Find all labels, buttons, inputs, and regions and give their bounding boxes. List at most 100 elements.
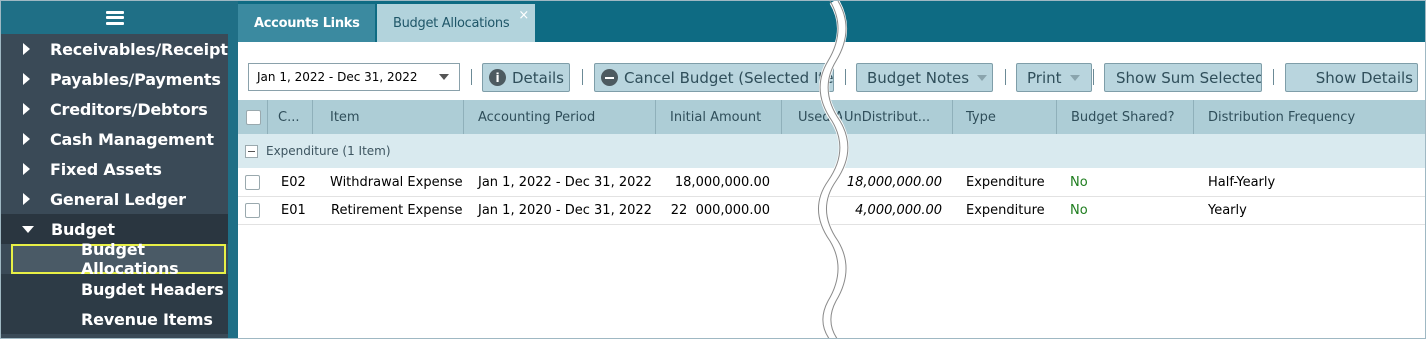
group-label: Expenditure (1 Item) (266, 144, 391, 158)
row-checkbox[interactable] (245, 175, 260, 190)
minus-circle-icon (601, 69, 618, 86)
table-row[interactable]: E02 Withdrawal Expense Jan 1, 2022 - Dec… (238, 169, 1425, 197)
chevron-right-icon (23, 163, 30, 175)
sidebar-item-cash-management[interactable]: Cash Management (1, 124, 228, 154)
table-row[interactable]: E01 Retirement Expense Jan 1, 2020 - Dec… (238, 197, 1425, 225)
tab-label: Accounts Links (254, 15, 360, 31)
hamburger-menu-icon[interactable] (105, 10, 124, 25)
details-button[interactable]: i Details (482, 63, 570, 92)
sidebar-subitem-label: Budget Allocations (81, 240, 179, 278)
cell-undistributed: 18,000,000.00 (846, 175, 942, 190)
cell-item: Retirement Expense (331, 203, 463, 218)
cell-initial-amount: 22 000,000.00 (656, 197, 770, 224)
cell-period: Jan 1, 2020 - Dec 31, 2022 (478, 203, 652, 218)
sidebar-header (1, 1, 228, 34)
sidebar-subitem-label: Bugdet Headers (81, 279, 224, 299)
cell-item: Withdrawal Expense (330, 175, 463, 190)
sidebar-subitem-revenue-items[interactable]: Revenue Items (1, 304, 228, 334)
tab-label: Budget Allocations (393, 15, 510, 31)
close-icon[interactable]: × (518, 8, 529, 23)
chevron-down-icon (1069, 74, 1080, 81)
budget-notes-label: Budget Notes (867, 68, 970, 87)
sidebar-item-label: Receivables/Receipts (50, 39, 237, 59)
cell-period: Jan 1, 2022 - Dec 31, 2022 (478, 175, 652, 190)
cell-type: Expenditure (966, 203, 1045, 218)
cell-undistributed: 4,000,000.00 (855, 203, 942, 218)
cell-initial-amount: 18,000,000.00 (674, 175, 770, 190)
cell-type: Expenditure (966, 175, 1045, 190)
chevron-right-icon (23, 103, 30, 115)
show-details-button[interactable]: Show Details (1285, 63, 1418, 92)
column-header-label: Initial Amount (670, 109, 762, 125)
toolbar-divider (471, 69, 472, 85)
sidebar-item-payables[interactable]: Payables/Payments (1, 64, 228, 94)
row-checkbox-cell[interactable] (245, 169, 260, 196)
cell-budget-shared: No (1070, 175, 1088, 190)
chevron-down-icon (22, 225, 34, 233)
show-sum-selected-button[interactable]: Show Sum Selected (1104, 63, 1262, 92)
sidebar-item-general-ledger[interactable]: General Ledger (1, 184, 228, 214)
sidebar-item-label: Cash Management (50, 129, 214, 149)
sidebar-item-fixed-assets[interactable]: Fixed Assets (1, 154, 228, 184)
sidebar-item-creditors[interactable]: Creditors/Debtors (1, 94, 228, 124)
cell-initial-amount-part: 000,000.00 (695, 203, 770, 218)
toolbar-divider (1005, 69, 1006, 85)
sidebar-item-label: Fixed Assets (50, 159, 162, 179)
sidebar-divider (228, 1, 238, 338)
chevron-right-icon (23, 43, 30, 55)
sidebar-item-label: General Ledger (50, 189, 186, 209)
info-icon: i (489, 69, 506, 86)
column-header-distribution-frequency[interactable]: Distribution Frequency (1194, 100, 1425, 134)
chevron-right-icon (23, 73, 30, 85)
column-header-label: Accounting Period (478, 109, 596, 125)
print-button[interactable]: Print (1016, 63, 1092, 92)
cell-initial-amount-part: 22 (670, 203, 688, 218)
column-header-initial-amount[interactable]: Initial Amount (656, 100, 782, 134)
toolbar-divider (845, 69, 846, 85)
cell-frequency: Half-Yearly (1208, 175, 1276, 190)
toolbar: Jan 1, 2022 - Dec 31, 2022 i Details Can… (238, 42, 1425, 100)
sidebar-subitem-label: Revenue Items (81, 309, 213, 329)
column-header-budget-shared[interactable]: Budget Shared? (1057, 100, 1194, 134)
column-header-accounting-period[interactable]: Accounting Period (464, 100, 656, 134)
collapse-icon[interactable] (245, 144, 258, 158)
column-header-code[interactable]: C... (268, 100, 313, 134)
show-sum-label: Show Sum Selected (1116, 68, 1262, 87)
column-header-undistributed[interactable]: UnDistribut... (842, 100, 953, 134)
select-all-checkbox-cell[interactable] (238, 100, 268, 134)
cancel-budget-label: Cancel Budget (Selected Iter (624, 68, 834, 87)
budget-notes-button[interactable]: Budget Notes (856, 63, 993, 92)
select-all-checkbox[interactable] (246, 109, 261, 125)
grid-header: C... Item Accounting Period Initial Amou… (238, 100, 1425, 134)
chevron-down-icon (439, 74, 449, 80)
sidebar-subitem-budget-headers[interactable]: Bugdet Headers (1, 274, 228, 304)
tab-bar: Accounts Links Budget Allocations × (238, 1, 1425, 42)
cell-budget-shared: No (1070, 203, 1088, 218)
toolbar-divider (1273, 69, 1274, 85)
tab-budget-allocations[interactable]: Budget Allocations × (377, 4, 535, 42)
column-header-label: Budget Shared? (1071, 109, 1175, 125)
toolbar-divider (1093, 69, 1094, 85)
chevron-right-icon (23, 193, 30, 205)
column-header-label: Type (966, 109, 996, 125)
cancel-budget-button[interactable]: Cancel Budget (Selected Iter (594, 63, 834, 92)
sidebar-subitem-budget-allocations[interactable]: Budget Allocations (11, 240, 226, 278)
column-header-used-amount[interactable]: Used A (782, 100, 842, 134)
column-header-item[interactable]: Item (313, 100, 464, 134)
column-header-type[interactable]: Type (953, 100, 1057, 134)
chevron-right-icon (23, 133, 30, 145)
row-checkbox[interactable] (245, 203, 260, 218)
sidebar-item-receivables[interactable]: Receivables/Receipts (1, 34, 237, 64)
tab-accounts-links[interactable]: Accounts Links (238, 4, 375, 42)
cell-code: E01 (281, 203, 306, 218)
row-checkbox-cell[interactable] (245, 197, 260, 224)
column-header-label: Used A (798, 109, 842, 125)
toolbar-divider (582, 69, 583, 85)
chevron-down-icon (977, 74, 988, 81)
print-label: Print (1027, 68, 1062, 87)
period-dropdown[interactable]: Jan 1, 2022 - Dec 31, 2022 (248, 63, 460, 91)
cell-code: E02 (281, 175, 306, 190)
sidebar: Receivables/Receipts Payables/Payments C… (1, 1, 237, 338)
column-header-label: Distribution Frequency (1208, 109, 1356, 125)
group-row-expenditure[interactable]: Expenditure (1 Item) (238, 134, 1425, 168)
